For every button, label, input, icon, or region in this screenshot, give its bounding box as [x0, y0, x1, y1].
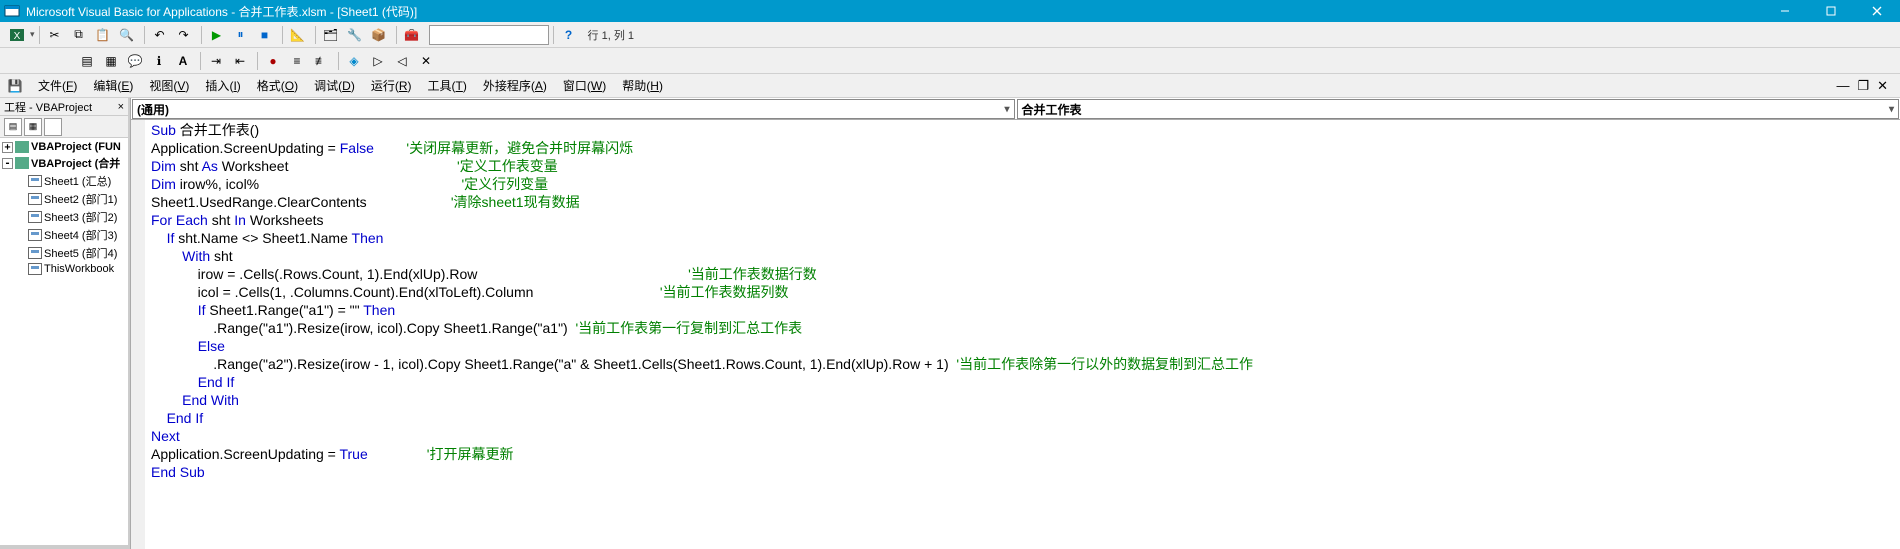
close-button[interactable]	[1854, 0, 1900, 22]
quick-info-icon[interactable]: 💬	[124, 50, 146, 72]
menubar: 💾 文件(F) 编辑(E) 视图(V) 插入(I) 格式(O) 调试(D) 运行…	[0, 74, 1900, 98]
comment-block-icon[interactable]: ≡	[286, 50, 308, 72]
project-explorer-title: 工程 - VBAProject ×	[0, 98, 128, 116]
procedure-dropdown[interactable]: 合并工作表	[1017, 99, 1900, 119]
sheet-icon	[28, 193, 42, 205]
complete-word-icon[interactable]: A	[172, 50, 194, 72]
tree-node[interactable]: Sheet4 (部门3)	[0, 226, 128, 244]
svg-text:X: X	[14, 31, 21, 42]
tree-node[interactable]: Sheet2 (部门1)	[0, 190, 128, 208]
sheet-icon	[28, 263, 42, 275]
redo-icon[interactable]: ↷	[173, 24, 195, 46]
clear-bookmarks-icon[interactable]: ✕	[415, 50, 437, 72]
project-explorer-icon[interactable]: 🗂	[320, 24, 342, 46]
menu-file[interactable]: 文件(F)	[30, 75, 85, 96]
save-icon[interactable]: 💾	[4, 75, 26, 97]
code-window: (通用) 合并工作表 Sub 合并工作表() Application.Scree…	[130, 98, 1900, 549]
bookmark-icon[interactable]: ◈	[343, 50, 365, 72]
cursor-position: 行 1, 列 1	[588, 27, 634, 43]
expand-icon[interactable]: -	[2, 158, 13, 169]
tree-node-label: ThisWorkbook	[44, 263, 114, 275]
project-tree[interactable]: + VBAProject (FUN - VBAProject (合并 Sheet1 (汇…	[0, 138, 128, 545]
vba-icon	[15, 141, 29, 153]
breakpoint-icon[interactable]: ●	[262, 50, 284, 72]
toolbar-standard: X ▾ ✂ ⧉ 📋 🔍 ↶ ↷ ▶ ⏸ ■ 📐 🗂 🔧 📦 🧰 ? 行 1, 列…	[0, 22, 1900, 48]
cut-icon[interactable]: ✂	[44, 24, 66, 46]
break-icon[interactable]: ⏸	[230, 24, 252, 46]
minimize-button[interactable]	[1762, 0, 1808, 22]
menu-run[interactable]: 运行(R)	[363, 75, 420, 96]
window-title: Microsoft Visual Basic for Applications …	[26, 3, 1762, 20]
tree-node-label: Sheet5 (部门4)	[44, 245, 117, 261]
code-editor[interactable]: Sub 合并工作表() Application.ScreenUpdating =…	[131, 120, 1900, 549]
design-mode-icon[interactable]: 📐	[287, 24, 309, 46]
tree-node[interactable]: + VBAProject (FUN	[0, 140, 128, 154]
indent-icon[interactable]: ⇥	[205, 50, 227, 72]
tree-node-label: Sheet4 (部门3)	[44, 227, 117, 243]
undo-icon[interactable]: ↶	[149, 24, 171, 46]
maximize-button[interactable]	[1808, 0, 1854, 22]
toggle-folders-icon[interactable]	[44, 118, 62, 136]
sheet-icon	[28, 229, 42, 241]
copy-icon[interactable]: ⧉	[68, 24, 90, 46]
tree-node[interactable]: ThisWorkbook	[0, 262, 128, 276]
vba-icon	[15, 157, 29, 169]
workspace: 工程 - VBAProject × ▤ ▦ + VBAProject (FUN - V…	[0, 98, 1900, 549]
tree-node[interactable]: Sheet1 (汇总)	[0, 172, 128, 190]
list-properties-icon[interactable]: ▤	[76, 50, 98, 72]
find-icon[interactable]: 🔍	[116, 24, 138, 46]
sheet-icon	[28, 175, 42, 187]
procedure-combo[interactable]	[429, 25, 549, 45]
menu-edit[interactable]: 编辑(E)	[85, 75, 141, 96]
sheet-icon	[28, 211, 42, 223]
toolbar-edit: ▤ ▦ 💬 ℹ A ⇥ ⇤ ● ≡ ≢ ◈ ▷ ◁ ✕	[0, 48, 1900, 74]
sheet-icon	[28, 247, 42, 259]
list-constants-icon[interactable]: ▦	[100, 50, 122, 72]
view-object-icon[interactable]: ▦	[24, 118, 42, 136]
properties-icon[interactable]: 🔧	[344, 24, 366, 46]
menu-debug[interactable]: 调试(D)	[306, 75, 363, 96]
next-bookmark-icon[interactable]: ▷	[367, 50, 389, 72]
tree-node[interactable]: Sheet5 (部门4)	[0, 244, 128, 262]
toolbox-icon[interactable]: 🧰	[401, 24, 423, 46]
menu-insert[interactable]: 插入(I)	[197, 75, 248, 96]
tree-node-label: Sheet2 (部门1)	[44, 191, 117, 207]
view-code-icon[interactable]: ▤	[4, 118, 22, 136]
menu-help[interactable]: 帮助(H)	[614, 75, 671, 96]
panel-splitter[interactable]	[0, 545, 128, 549]
help-icon[interactable]: ?	[558, 24, 580, 46]
expand-icon[interactable]: +	[2, 142, 13, 153]
tree-node[interactable]: - VBAProject (合并	[0, 154, 128, 172]
code-dropdowns: (通用) 合并工作表	[131, 98, 1900, 120]
vba-app-icon	[4, 3, 20, 19]
uncomment-block-icon[interactable]: ≢	[310, 50, 332, 72]
project-explorer-close-icon[interactable]: ×	[118, 101, 124, 113]
menu-view[interactable]: 视图(V)	[141, 75, 197, 96]
parameter-info-icon[interactable]: ℹ	[148, 50, 170, 72]
menu-window[interactable]: 窗口(W)	[555, 75, 614, 96]
tree-node-label: VBAProject (FUN	[31, 141, 121, 153]
reset-icon[interactable]: ■	[254, 24, 276, 46]
project-explorer-toolbar: ▤ ▦	[0, 116, 128, 138]
tree-node-label: VBAProject (合并	[31, 155, 120, 171]
outdent-icon[interactable]: ⇤	[229, 50, 251, 72]
tree-node[interactable]: Sheet3 (部门2)	[0, 208, 128, 226]
project-explorer: 工程 - VBAProject × ▤ ▦ + VBAProject (FUN - V…	[0, 98, 130, 549]
titlebar: Microsoft Visual Basic for Applications …	[0, 0, 1900, 22]
menu-tools[interactable]: 工具(T)	[420, 75, 475, 96]
mdi-minimize-icon[interactable]: —	[1836, 78, 1849, 94]
prev-bookmark-icon[interactable]: ◁	[391, 50, 413, 72]
mdi-restore-icon[interactable]: ❐	[1857, 78, 1869, 94]
menu-addins[interactable]: 外接程序(A)	[475, 75, 555, 96]
object-dropdown[interactable]: (通用)	[132, 99, 1015, 119]
menu-format[interactable]: 格式(O)	[249, 75, 306, 96]
paste-icon[interactable]: 📋	[92, 24, 114, 46]
mdi-close-icon[interactable]: ✕	[1877, 78, 1888, 94]
run-icon[interactable]: ▶	[206, 24, 228, 46]
tree-node-label: Sheet3 (部门2)	[44, 209, 117, 225]
tree-node-label: Sheet1 (汇总)	[44, 173, 111, 189]
excel-icon[interactable]: X	[6, 24, 28, 46]
object-browser-icon[interactable]: 📦	[368, 24, 390, 46]
